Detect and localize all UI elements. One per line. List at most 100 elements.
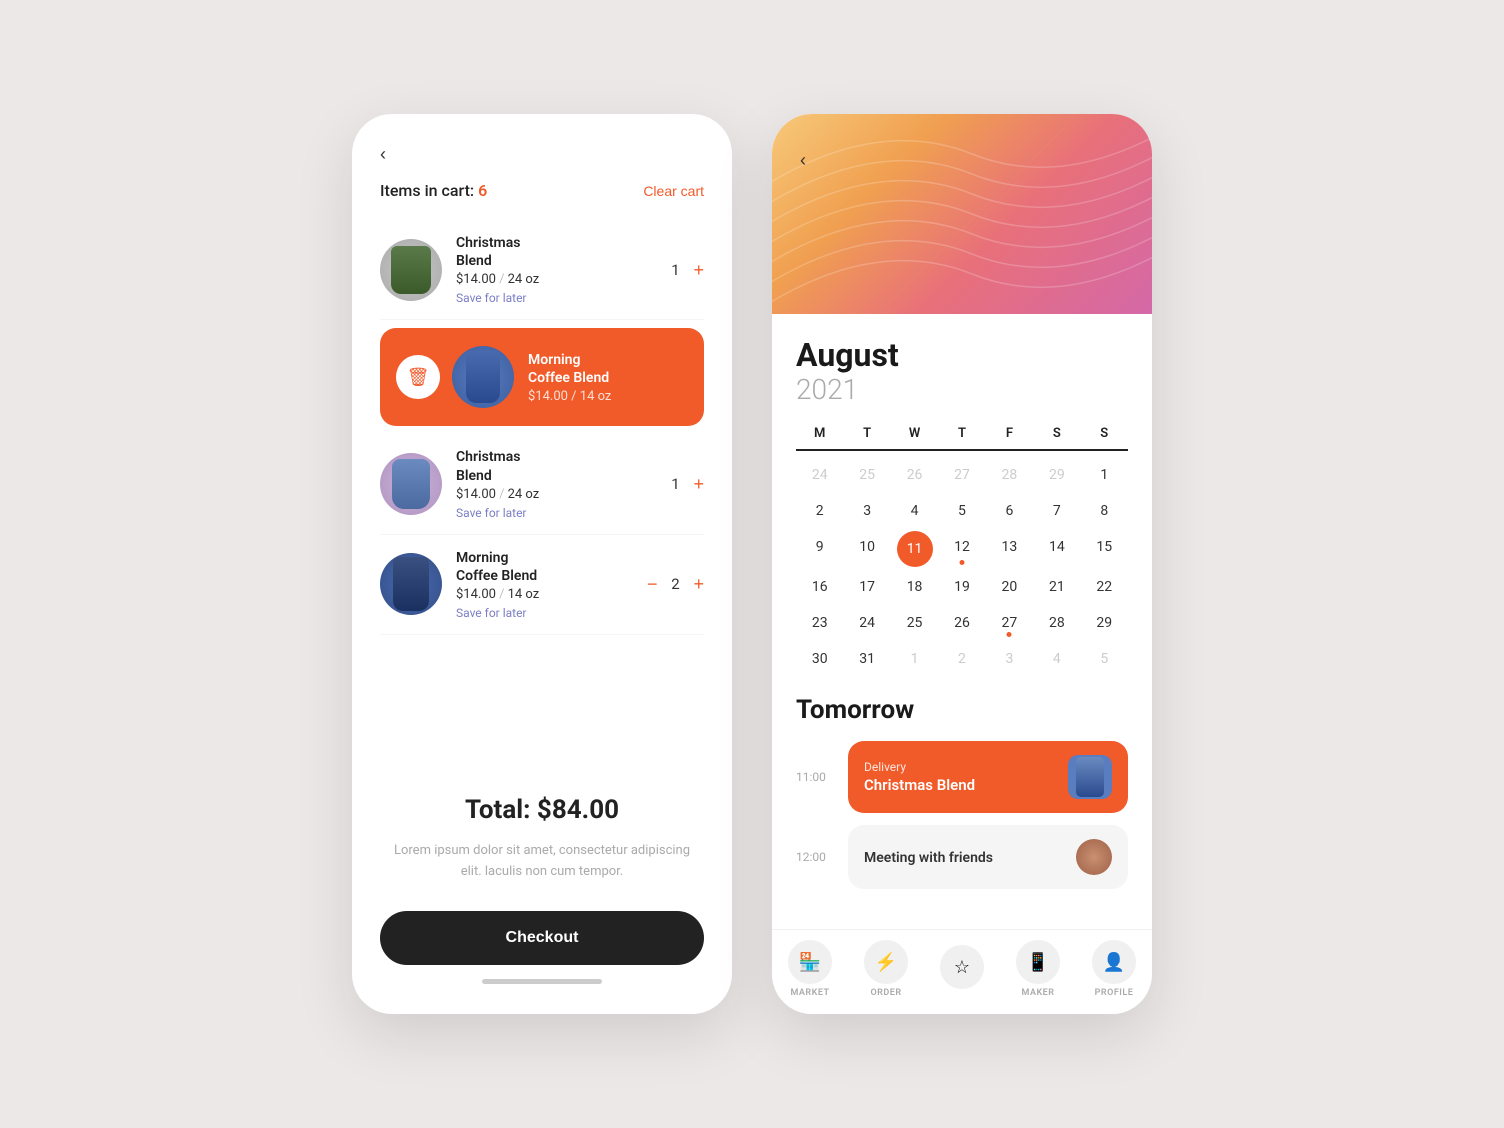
calendar-day[interactable]: 8 [1081, 495, 1128, 527]
event-card-meeting[interactable]: Meeting with friends [848, 825, 1128, 889]
calendar-day[interactable]: 9 [796, 531, 843, 567]
checkout-button[interactable]: Checkout [380, 911, 704, 965]
cart-item: ChristmasBlend $14.00 / 24 oz Save for l… [380, 220, 704, 320]
nav-label-order: ORDER [870, 988, 901, 998]
calendar-day[interactable]: 15 [1081, 531, 1128, 567]
calendar-day[interactable]: 25 [843, 459, 890, 491]
clear-cart-button[interactable]: Clear cart [643, 183, 704, 199]
item-quantity: 1 + [667, 261, 704, 279]
calendar-day[interactable]: 30 [796, 643, 843, 675]
calendar-day[interactable]: 17 [843, 571, 890, 603]
cart-item-swipe: 🗑 MorningCoffee Blend $14.00 / 14 oz [380, 328, 704, 426]
calendar-day[interactable]: 28 [986, 459, 1033, 491]
calendar-day[interactable]: 3 [986, 643, 1033, 675]
nav-item-favorites[interactable]: ☆ [932, 945, 992, 993]
calendar-month: August [796, 338, 1128, 373]
calendar-day[interactable]: 1 [1081, 459, 1128, 491]
save-later-button[interactable]: Save for later [456, 291, 653, 305]
calendar-day[interactable]: 7 [1033, 495, 1080, 527]
meeting-avatar [1076, 839, 1112, 875]
calendar-day[interactable]: 12 [938, 531, 985, 567]
favorites-icon: ☆ [940, 945, 984, 989]
calendar-grid: M T W T F S S 24 25 26 27 28 [796, 426, 1128, 675]
maker-icon: 📱 [1016, 940, 1060, 984]
calendar-day[interactable]: 2 [796, 495, 843, 527]
cart-count: 6 [478, 181, 487, 200]
calendar-day[interactable]: 24 [843, 607, 890, 639]
calendar-day[interactable]: 19 [938, 571, 985, 603]
item-price: $14.00 / 14 oz [456, 587, 633, 602]
day-header-wed: W [891, 426, 938, 441]
calendar-day[interactable]: 21 [1033, 571, 1080, 603]
item-name: MorningCoffee Blend [456, 549, 633, 585]
calendar-day[interactable]: 4 [891, 495, 938, 527]
calendar-day[interactable]: 10 [843, 531, 890, 567]
calendar-day[interactable]: 3 [843, 495, 890, 527]
delete-icon[interactable]: 🗑 [396, 355, 440, 399]
nav-item-order[interactable]: ⚡ ORDER [856, 940, 916, 998]
calendar-weeks: 24 25 26 27 28 29 1 2 3 4 5 6 [796, 455, 1128, 675]
save-later-button[interactable]: Save for later [456, 506, 653, 520]
cart-description: Lorem ipsum dolor sit amet, consectetur … [352, 833, 732, 891]
calendar-header: ‹ [772, 114, 1152, 314]
calendar-body: August 2021 M T W T F S S 24 25 [772, 314, 1152, 929]
calendar-day[interactable]: 26 [938, 607, 985, 639]
calendar-day[interactable]: 29 [1033, 459, 1080, 491]
calendar-day[interactable]: 23 [796, 607, 843, 639]
decrement-button[interactable]: − [647, 575, 658, 593]
event-card-delivery[interactable]: Delivery Christmas Blend [848, 741, 1128, 813]
calendar-day[interactable]: 6 [986, 495, 1033, 527]
increment-button[interactable]: + [693, 261, 704, 279]
calendar-day[interactable]: 4 [1033, 643, 1080, 675]
calendar-day[interactable]: 29 [1081, 607, 1128, 639]
increment-button[interactable]: + [693, 575, 704, 593]
calendar-day[interactable]: 20 [986, 571, 1033, 603]
nav-label-profile: PROFILE [1095, 988, 1134, 998]
item-price: $14.00 / 14 oz [528, 389, 688, 404]
calendar-day[interactable]: 18 [891, 571, 938, 603]
bottom-navigation: 🏪 MARKET ⚡ ORDER ☆ 📱 MAKER 👤 PROFILE [772, 929, 1152, 1014]
calendar-day[interactable]: 24 [796, 459, 843, 491]
calendar-day[interactable]: 14 [1033, 531, 1080, 567]
event-text: Delivery Christmas Blend [864, 760, 975, 794]
item-name: MorningCoffee Blend [528, 351, 688, 387]
calendar-day[interactable]: 26 [891, 459, 938, 491]
calendar-day[interactable]: 16 [796, 571, 843, 603]
item-image [380, 453, 442, 515]
calendar-day[interactable]: 22 [1081, 571, 1128, 603]
item-price: $14.00 / 24 oz [456, 272, 653, 287]
calendar-day[interactable]: 1 [891, 643, 938, 675]
calendar-day[interactable]: 13 [986, 531, 1033, 567]
calendar-day[interactable]: 5 [1081, 643, 1128, 675]
calendar-day[interactable]: 25 [891, 607, 938, 639]
day-header-thu: T [938, 426, 985, 441]
increment-button[interactable]: + [693, 475, 704, 493]
calendar-day-today[interactable]: 11 [897, 531, 933, 567]
calendar-day[interactable]: 28 [1033, 607, 1080, 639]
day-header-sat: S [1033, 426, 1080, 441]
market-icon: 🏪 [788, 940, 832, 984]
nav-item-maker[interactable]: 📱 MAKER [1008, 940, 1068, 998]
nav-label-market: MARKET [790, 988, 829, 998]
calendar-day[interactable]: 27 [986, 607, 1033, 639]
day-header-mon: M [796, 426, 843, 441]
item-info: MorningCoffee Blend $14.00 / 14 oz [528, 351, 688, 404]
calendar-back-button[interactable]: ‹ [800, 150, 806, 171]
order-icon: ⚡ [864, 940, 908, 984]
calendar-day[interactable]: 5 [938, 495, 985, 527]
nav-item-profile[interactable]: 👤 PROFILE [1084, 940, 1144, 998]
cart-header: ‹ Items in cart: 6 Clear cart [352, 114, 732, 220]
calendar-week: 23 24 25 26 27 28 29 [796, 607, 1128, 639]
day-header-fri: F [986, 426, 1033, 441]
calendar-day[interactable]: 27 [938, 459, 985, 491]
cart-back-button[interactable]: ‹ [380, 144, 386, 165]
item-name: ChristmasBlend [456, 448, 653, 484]
home-indicator [482, 979, 602, 984]
quantity-value: 1 [667, 475, 683, 493]
save-later-button[interactable]: Save for later [456, 606, 633, 620]
nav-item-market[interactable]: 🏪 MARKET [780, 940, 840, 998]
tomorrow-section: Tomorrow 11:00 Delivery Christmas Blend [796, 675, 1128, 889]
event-row: 11:00 Delivery Christmas Blend [796, 741, 1128, 813]
calendar-day[interactable]: 31 [843, 643, 890, 675]
calendar-day[interactable]: 2 [938, 643, 985, 675]
